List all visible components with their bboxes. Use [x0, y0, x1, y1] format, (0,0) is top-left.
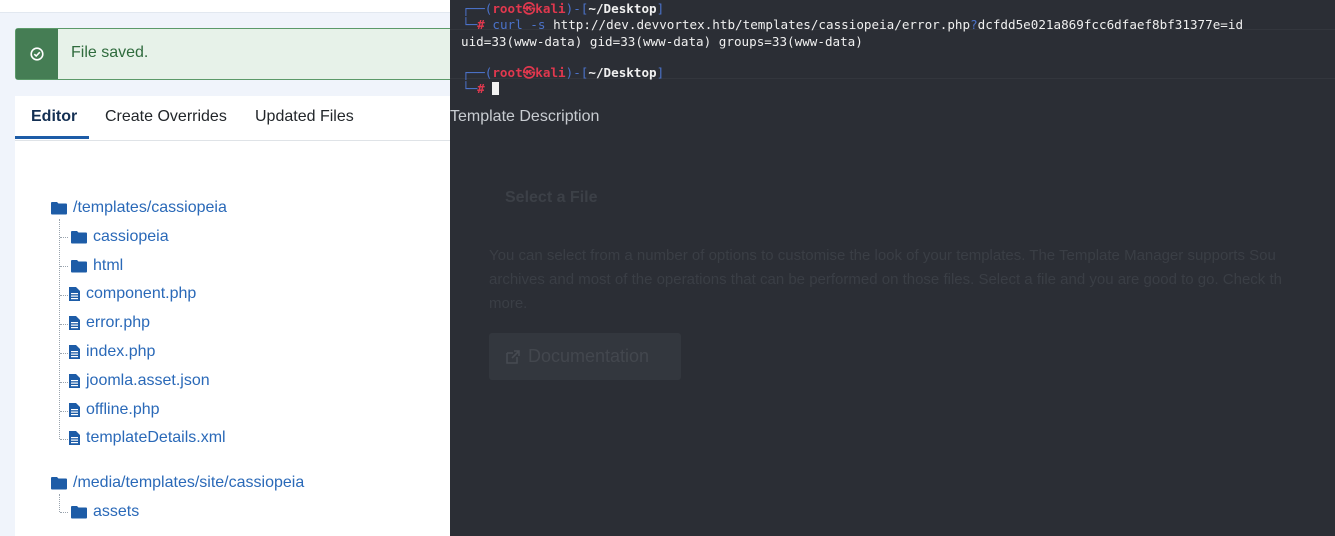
documentation-button[interactable]: Documentation	[489, 333, 681, 380]
tree-item-label: html	[93, 257, 124, 274]
tree-item-label: error.php	[86, 314, 151, 331]
select-file-text: archives and most of the operations that…	[489, 271, 1282, 288]
alert-icon-bar	[16, 29, 58, 79]
tree-file-index-php[interactable]: index.php	[69, 343, 155, 361]
tree-branch	[60, 353, 68, 354]
tree-guide-line	[59, 494, 60, 512]
tree-file-error-php[interactable]: error.php	[69, 314, 150, 332]
file-icon	[69, 431, 80, 445]
tree-item-label: templateDetails.xml	[86, 429, 226, 446]
select-file-text: more.	[489, 295, 528, 312]
prompt-symbol: #	[477, 81, 485, 96]
prompt-path: ~/Desktop	[588, 1, 657, 16]
command-url: http://dev.devvortex.htb/templates/cassi…	[553, 17, 971, 32]
prompt-symbol: #	[477, 17, 485, 32]
check-circle-icon	[30, 47, 44, 61]
tree-folder-templates-cassiopeia[interactable]: /templates/cassiopeia	[51, 199, 227, 217]
tree-item-label: component.php	[86, 285, 197, 302]
prompt-user: root	[492, 1, 523, 16]
prompt-host: kali	[535, 65, 566, 80]
file-icon	[69, 345, 80, 359]
folder-icon	[51, 477, 67, 490]
external-link-icon	[506, 350, 520, 364]
select-file-heading: Select a File	[505, 189, 598, 206]
tree-item-label: joomla.asset.json	[86, 372, 210, 389]
tree-branch	[60, 382, 68, 383]
command-name: curl	[492, 17, 523, 32]
file-icon	[69, 374, 80, 388]
tree-branch	[60, 411, 68, 412]
command-param: dcfdd5e021a869fcc6dfaef8bf31377e=id	[977, 17, 1244, 32]
tree-branch	[60, 295, 68, 296]
terminal-prompt-line-2: ┌──(root㉿kali)-[~/Desktop]	[462, 65, 665, 80]
command-output: uid=33(www-data) gid=33(www-data) groups…	[461, 34, 863, 49]
tree-folder-html[interactable]: html	[71, 257, 123, 275]
command-flag: -s	[530, 17, 546, 32]
folder-icon	[51, 202, 67, 215]
tab-updated-files[interactable]: Updated Files	[255, 108, 354, 126]
tree-branch	[60, 439, 68, 440]
terminal-cursor	[492, 82, 500, 95]
terminal-input-line[interactable]: └─#	[462, 81, 500, 97]
tree-file-component-php[interactable]: component.php	[69, 285, 196, 303]
tree-item-label: assets	[93, 503, 140, 520]
tab-editor[interactable]: Editor	[31, 108, 77, 126]
template-editor-panel: Editor Create Overrides Updated Files /t…	[15, 96, 575, 536]
tree-root-label: /media/templates/site/cassiopeia	[73, 474, 305, 491]
prompt-path: ~/Desktop	[588, 65, 657, 80]
tree-guide-line	[59, 219, 60, 439]
tab-create-overrides[interactable]: Create Overrides	[105, 108, 227, 126]
file-icon	[69, 287, 80, 301]
folder-icon	[71, 506, 87, 519]
tree-branch	[60, 237, 68, 238]
tree-root-label: /templates/cassiopeia	[73, 199, 227, 216]
tree-file-templatedetails-xml[interactable]: templateDetails.xml	[69, 429, 226, 447]
tree-branch	[60, 324, 68, 325]
terminal-prompt-line-1: ┌──(root㉿kali)-[~/Desktop]	[462, 1, 665, 16]
documentation-button-label: Documentation	[528, 346, 650, 366]
file-icon	[69, 316, 80, 330]
terminal-command-line: └─# curl -s http://dev.devvortex.htb/tem…	[462, 17, 1244, 32]
folder-icon	[71, 231, 87, 244]
tree-branch	[60, 512, 68, 513]
tree-branch	[60, 266, 68, 267]
tree-file-joomla-asset-json[interactable]: joomla.asset.json	[69, 372, 210, 390]
tree-folder-assets[interactable]: assets	[71, 503, 139, 521]
select-file-text: You can select from a number of options …	[489, 247, 1276, 264]
folder-icon	[71, 260, 87, 273]
command-query-mark: ?	[970, 17, 978, 32]
prompt-host: kali	[535, 1, 566, 16]
success-alert: File saved.	[15, 28, 455, 80]
tab-template-description[interactable]: Template Description	[450, 108, 599, 126]
alert-message: File saved.	[71, 44, 149, 61]
prompt-user: root	[492, 65, 523, 80]
tree-item-label: offline.php	[86, 401, 160, 418]
tree-folder-media-templates-site-cassiopeia[interactable]: /media/templates/site/cassiopeia	[51, 474, 304, 492]
tree-folder-cassiopeia[interactable]: cassiopeia	[71, 228, 169, 246]
tree-item-label: cassiopeia	[93, 228, 169, 245]
tree-file-offline-php[interactable]: offline.php	[69, 401, 160, 419]
active-tab-indicator	[15, 136, 89, 139]
tree-item-label: index.php	[86, 343, 156, 360]
file-icon	[69, 403, 80, 417]
